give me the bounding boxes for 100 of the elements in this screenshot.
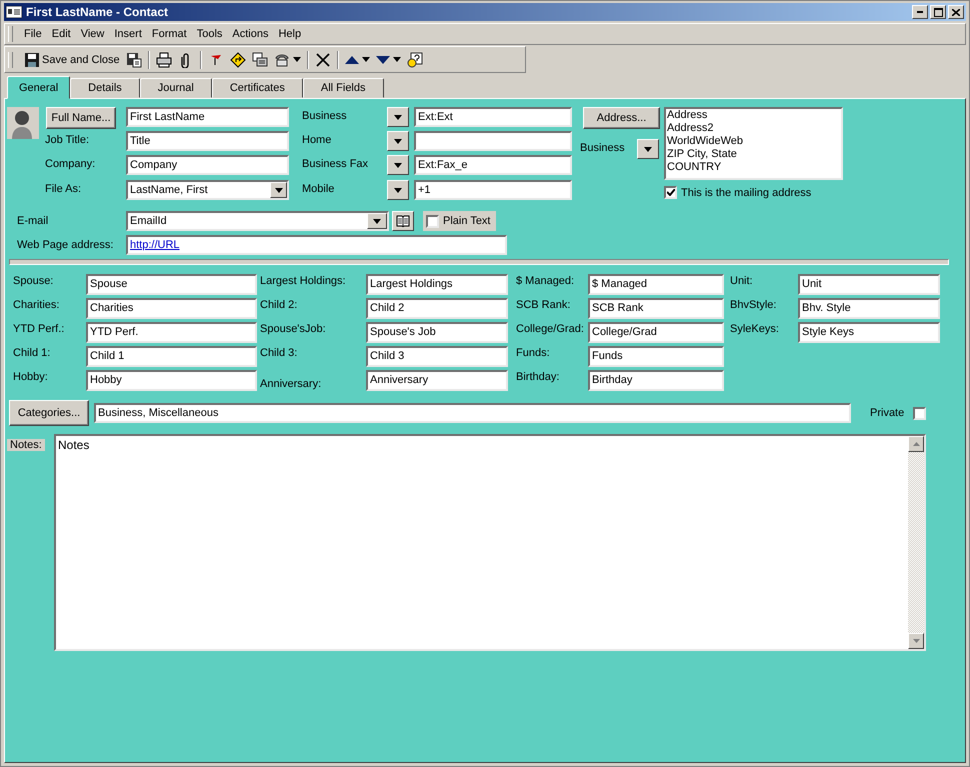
maximize-button[interactable] [930, 5, 946, 19]
tab[interactable]: Details [70, 78, 140, 98]
private-label: Private [870, 407, 904, 419]
text-field[interactable]: Style Keys [798, 322, 940, 343]
phone-type-dropdown[interactable] [387, 155, 409, 175]
phone-field[interactable]: Ext:Ext [414, 107, 572, 127]
notes-field[interactable]: Notes [54, 434, 926, 651]
notes-text: Notes [57, 437, 90, 454]
caret-icon [292, 57, 301, 62]
previous-item-button[interactable] [344, 54, 370, 64]
address-button[interactable]: Address... [583, 107, 660, 129]
field-label: Anniversary: [260, 377, 322, 390]
save-icon[interactable] [126, 52, 142, 68]
web-page-field[interactable]: http://URL [126, 235, 507, 255]
window-title: First LastName - Contact [26, 5, 170, 19]
letter-icon[interactable] [252, 52, 268, 68]
checkbox[interactable] [426, 214, 439, 228]
menu-item[interactable]: Tools [192, 28, 228, 40]
text-field[interactable]: Child 3 [366, 346, 508, 367]
maximize-icon [934, 8, 942, 16]
field-label: YTD Perf.: [13, 322, 66, 335]
categories-field[interactable]: Business, Miscellaneous [94, 403, 851, 423]
text-field[interactable]: First LastName [126, 107, 289, 127]
tab[interactable]: General [7, 76, 70, 99]
web-page-label: Web Page address: [17, 239, 114, 251]
phone-menu-button[interactable] [274, 52, 301, 68]
caret-icon [394, 138, 402, 144]
menu-item[interactable]: Insert [109, 28, 147, 40]
menu-item[interactable]: File [19, 28, 47, 40]
text-field[interactable]: Unit [798, 274, 940, 295]
text-field[interactable]: Spouse [86, 274, 257, 295]
text-field[interactable]: $ Managed [588, 274, 724, 295]
delete-icon[interactable] [314, 52, 331, 68]
book-icon [396, 215, 410, 227]
text-field[interactable]: YTD Perf. [86, 322, 257, 343]
checkbox[interactable] [664, 186, 677, 199]
menu-item[interactable]: Actions [227, 28, 274, 40]
field-label: Largest Holdings: [260, 274, 347, 287]
text-field[interactable]: Largest Holdings [366, 274, 508, 295]
scroll-down-icon[interactable] [912, 639, 920, 643]
file-as-combo[interactable]: LastName, First [126, 180, 289, 200]
scroll-up-icon[interactable] [912, 442, 920, 446]
minimize-button[interactable] [912, 5, 928, 19]
full-name-button[interactable]: Full Name... [46, 107, 116, 129]
minimize-icon [917, 11, 923, 13]
text-field[interactable]: Hobby [86, 370, 257, 391]
text-field[interactable]: Anniversary [366, 370, 508, 391]
field-label: $ Managed: [516, 274, 576, 287]
address-line: WorldWideWeb [667, 135, 744, 148]
text-field[interactable]: Birthday [588, 370, 724, 391]
menu-item[interactable]: Edit [46, 28, 76, 40]
address-box[interactable]: Address Address2 WorldWideWeb ZIP City, State COUNTRY [664, 107, 843, 180]
text-field[interactable]: Spouse's Job [366, 322, 508, 343]
phone-field[interactable]: +1 [414, 180, 572, 200]
save-and-close-button[interactable]: Save and Close [25, 52, 120, 66]
tab[interactable]: All Fields [302, 78, 384, 98]
caret-icon [392, 57, 401, 62]
address-book-button[interactable] [392, 211, 414, 231]
caret-icon [394, 162, 402, 168]
field-label: Charities: [13, 298, 60, 311]
menu-item[interactable]: View [76, 28, 110, 40]
text-field[interactable]: Bhv. Style [798, 298, 940, 319]
phone-type-dropdown[interactable] [387, 107, 409, 127]
phone-label: Business [301, 109, 347, 122]
address-line: COUNTRY [667, 161, 722, 174]
scrollbar[interactable] [908, 436, 924, 649]
categories-button[interactable]: Categories... [9, 400, 89, 426]
menu-item[interactable]: Format [146, 28, 192, 40]
text-field[interactable]: Company [126, 155, 289, 175]
phone-field[interactable] [414, 131, 572, 151]
text-field[interactable]: SCB Rank [588, 298, 724, 319]
menu-item[interactable]: Help [273, 28, 306, 40]
email-label: E-mail [17, 215, 50, 227]
email-combo[interactable]: EmailId [126, 211, 389, 231]
text-field[interactable]: Title [126, 131, 289, 151]
text-field[interactable]: Child 1 [86, 346, 257, 367]
dropdown-button[interactable] [367, 213, 387, 229]
text-field[interactable]: Funds [588, 346, 724, 367]
tab[interactable]: Certificates [212, 78, 303, 98]
phone-field[interactable]: Ext:Fax_e [414, 155, 572, 175]
text-field[interactable]: Child 2 [366, 298, 508, 319]
phone-type-dropdown[interactable] [387, 180, 409, 200]
private-checkbox[interactable] [913, 406, 926, 420]
field-label: Unit: [730, 274, 754, 287]
diamond-icon[interactable] [230, 52, 246, 68]
caret-icon [362, 57, 370, 62]
field-label: Child 2: [260, 298, 298, 311]
close-button[interactable] [948, 5, 964, 19]
dropdown-button[interactable] [270, 182, 287, 198]
text-field[interactable]: College/Grad [588, 322, 724, 343]
help-icon[interactable] [406, 52, 423, 68]
text-field[interactable]: Charities [86, 298, 257, 319]
web-link[interactable]: http://URL [130, 239, 180, 251]
printer-icon[interactable] [156, 52, 172, 68]
tab[interactable]: Journal [140, 78, 212, 98]
phone-type-dropdown[interactable] [387, 131, 409, 151]
field-label: Spouse'sJob: [260, 322, 327, 335]
address-line: Address [667, 109, 708, 122]
address-type-dropdown[interactable] [637, 139, 659, 159]
next-item-button[interactable] [376, 54, 401, 64]
